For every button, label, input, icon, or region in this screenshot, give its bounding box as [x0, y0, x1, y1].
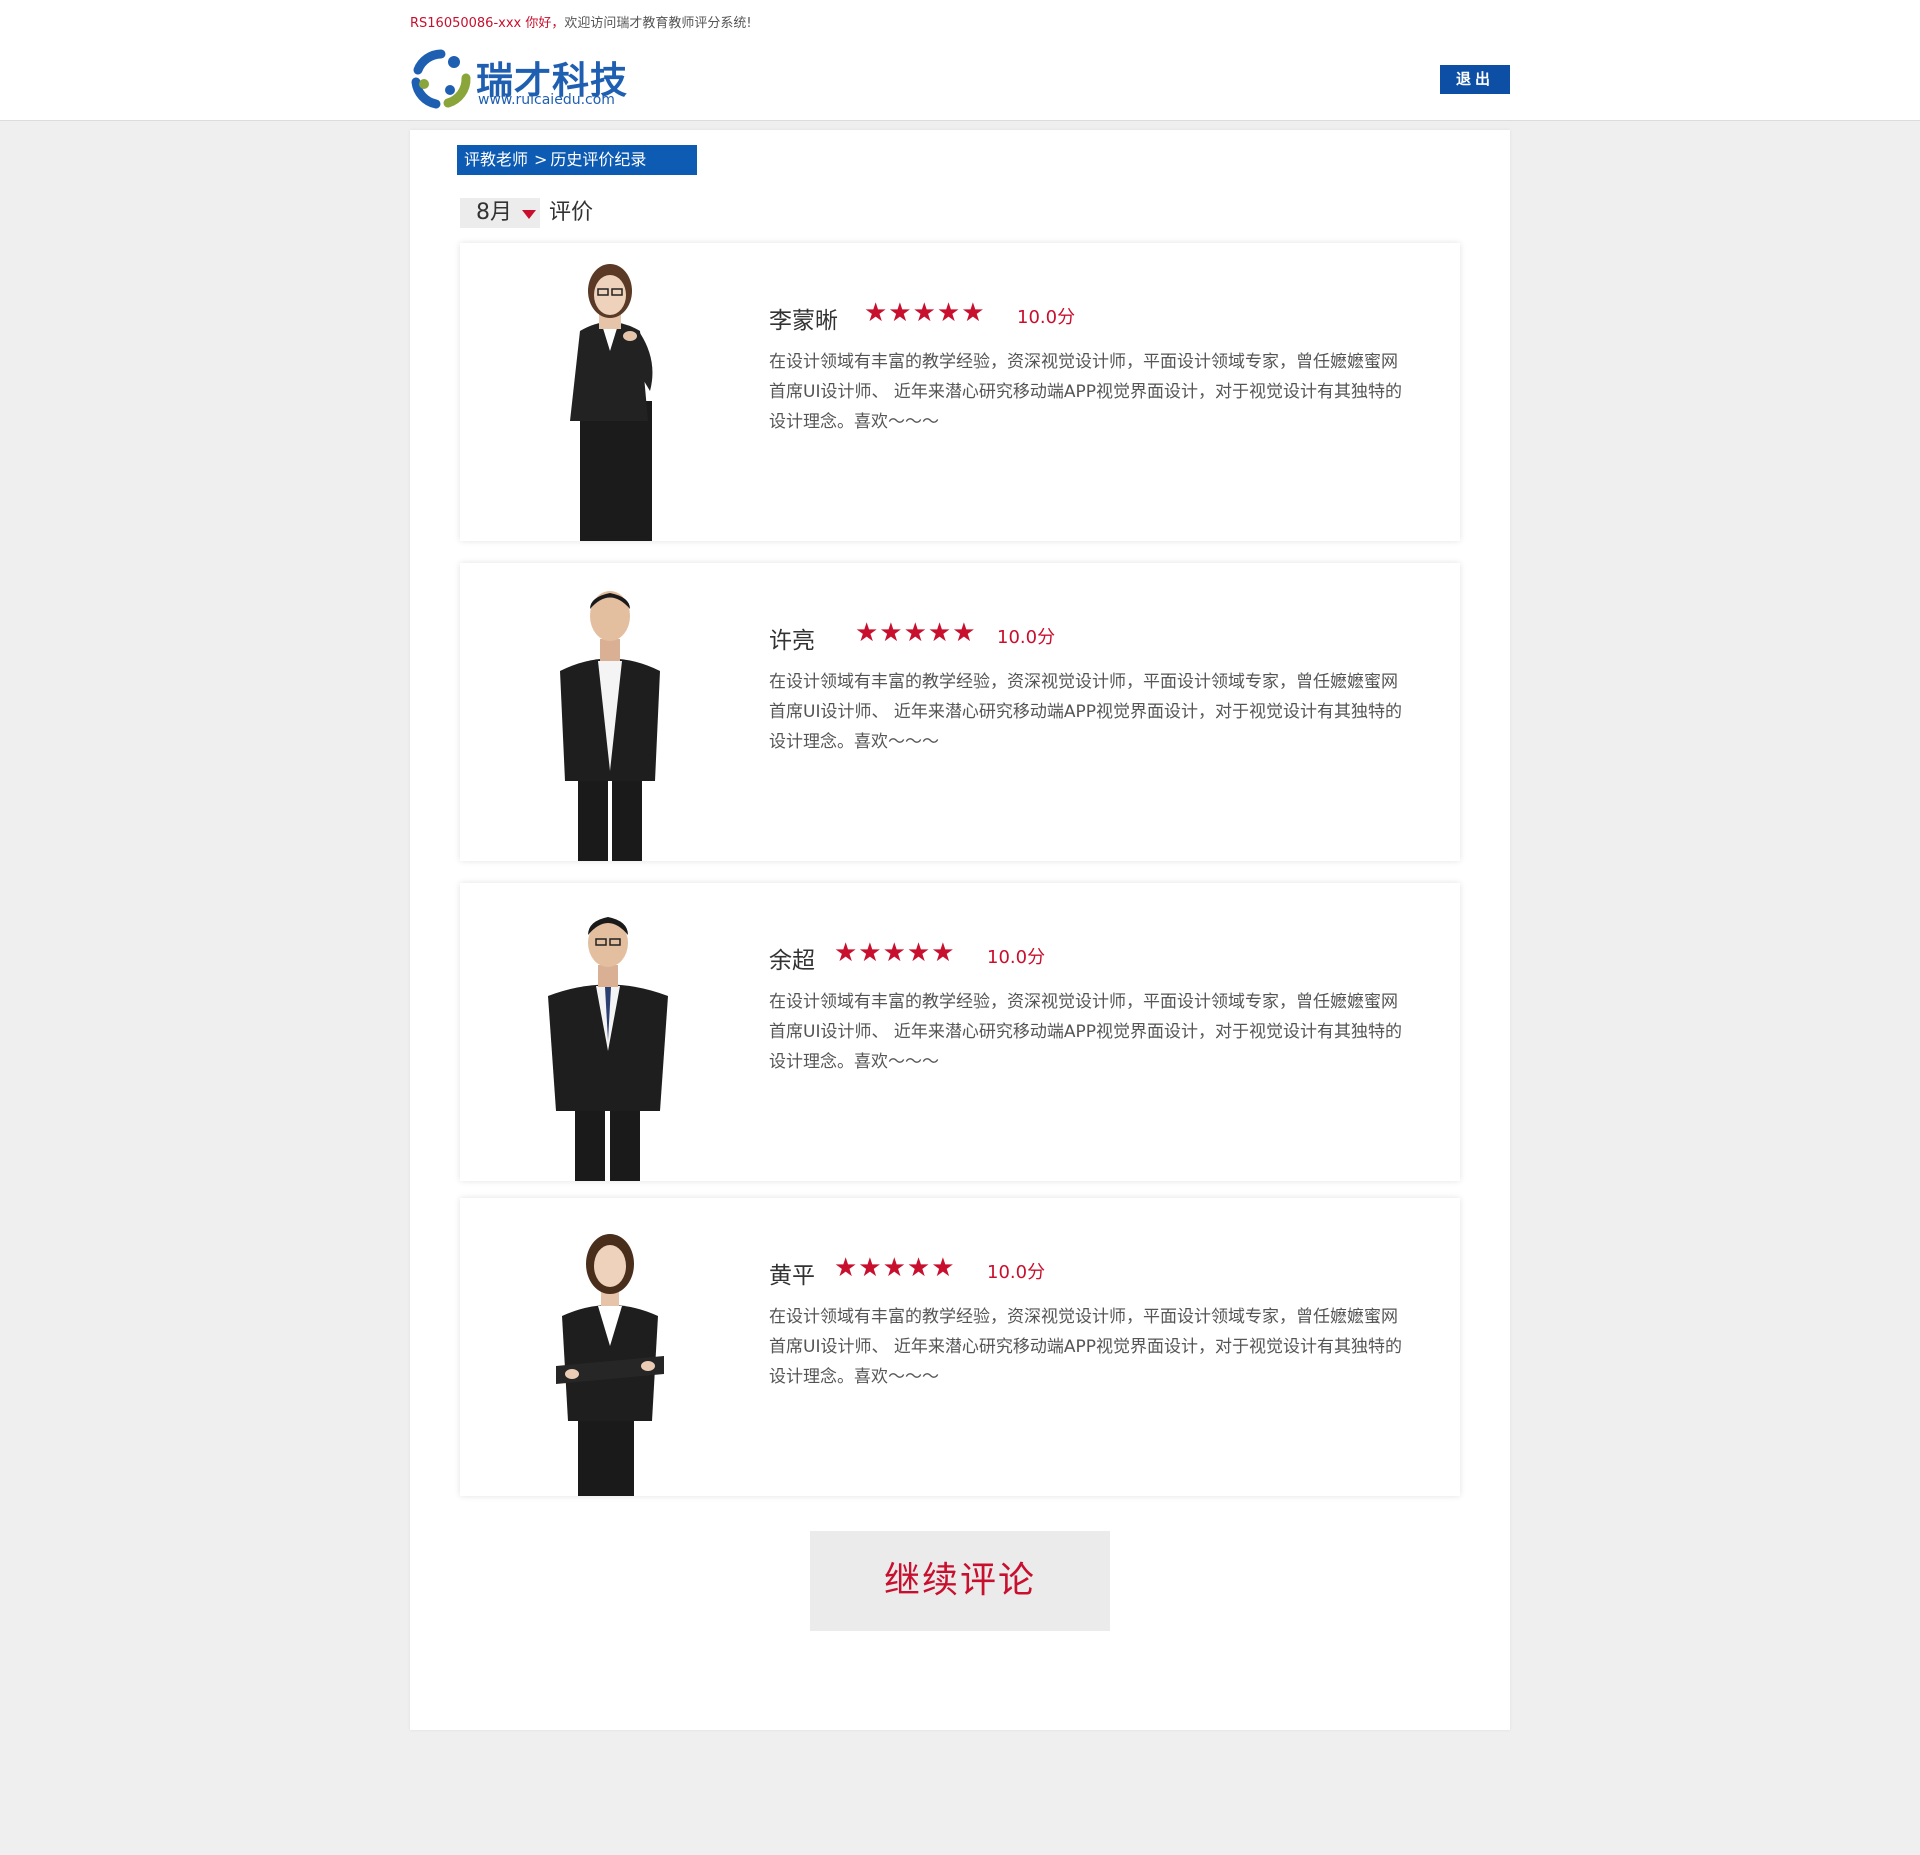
teacher-photo	[560, 591, 660, 861]
teacher-description: 在设计领域有丰富的教学经验，资深视觉设计师，平面设计领域专家，曾任嬷嬷蜜网首席U…	[769, 992, 1402, 1072]
month-value: 8月	[476, 200, 512, 225]
teacher-card[interactable]: 李蒙晰 ★★★★★ 10.0分 在设计领域有丰富的教学经验，资深视觉设计师，平面…	[460, 243, 1460, 541]
teacher-description: 在设计领域有丰富的教学经验，资深视觉设计师，平面设计领域专家，曾任嬷嬷蜜网首席U…	[769, 352, 1402, 432]
teacher-score: 10.0分	[987, 947, 1046, 968]
breadcrumb: 评教老师 > 历史评价纪录	[457, 145, 697, 175]
star-rating-icon: ★★★★★	[834, 1253, 956, 1283]
logo[interactable]: 瑞才科技 www.ruicaiedu.com	[410, 48, 650, 110]
teacher-photo	[570, 264, 653, 541]
teacher-card[interactable]: 许亮 ★★★★★ 10.0分 在设计领域有丰富的教学经验，资深视觉设计师，平面设…	[460, 563, 1460, 861]
logo-url: www.ruicaiedu.com	[478, 92, 615, 108]
logo-icon	[411, 49, 471, 109]
teacher-card[interactable]: 黄平 ★★★★★ 10.0分 在设计领域有丰富的教学经验，资深视觉设计师，平面设…	[460, 1198, 1460, 1496]
star-rating-icon: ★★★★★	[864, 298, 986, 328]
teacher-name: 黄平	[769, 1263, 815, 1289]
welcome-text: 欢迎访问瑞才教育教师评分系统!	[564, 16, 752, 31]
month-select[interactable]: 8月	[460, 198, 540, 228]
star-rating-icon: ★★★★★	[834, 938, 956, 968]
teacher-name: 许亮	[769, 628, 815, 654]
breadcrumb-root[interactable]: 评教老师	[464, 150, 528, 169]
teacher-description: 在设计领域有丰富的教学经验，资深视觉设计师，平面设计领域专家，曾任嬷嬷蜜网首席U…	[769, 672, 1402, 752]
teacher-description: 在设计领域有丰富的教学经验，资深视觉设计师，平面设计领域专家，曾任嬷嬷蜜网首席U…	[769, 1307, 1402, 1387]
star-rating-icon: ★★★★★	[855, 618, 977, 648]
teacher-photo	[556, 1234, 664, 1496]
teacher-score: 10.0分	[1017, 307, 1076, 328]
logout-button[interactable]: 退出	[1440, 65, 1510, 94]
top-header: RS16050086-xxx 你好，欢迎访问瑞才教育教师评分系统! 瑞才科技 w…	[0, 0, 1920, 121]
teacher-score: 10.0分	[987, 1262, 1046, 1283]
continue-review-button[interactable]: 继续评论	[810, 1531, 1110, 1631]
teacher-score: 10.0分	[997, 627, 1056, 648]
teacher-card[interactable]: 余超 ★★★★★ 10.0分 在设计领域有丰富的教学经验，资深视觉设计师，平面设…	[460, 883, 1460, 1181]
breadcrumb-separator-icon: >	[534, 150, 548, 169]
teacher-name: 李蒙晰	[769, 308, 838, 334]
teacher-photo	[548, 917, 668, 1181]
month-filter-label: 评价	[549, 200, 594, 225]
caret-down-icon	[522, 210, 536, 219]
user-id: RS16050086-xxx	[410, 16, 522, 31]
breadcrumb-current: 历史评价纪录	[550, 150, 647, 169]
greeting-hello: 你好，	[525, 16, 565, 31]
main-panel: 评教老师 > 历史评价纪录 8月 评价 李蒙晰 ★★★★★ 10.0分 在设计领域有…	[410, 130, 1510, 1730]
teacher-name: 余超	[769, 948, 815, 974]
welcome-message: RS16050086-xxx 你好，欢迎访问瑞才教育教师评分系统!	[410, 12, 752, 31]
